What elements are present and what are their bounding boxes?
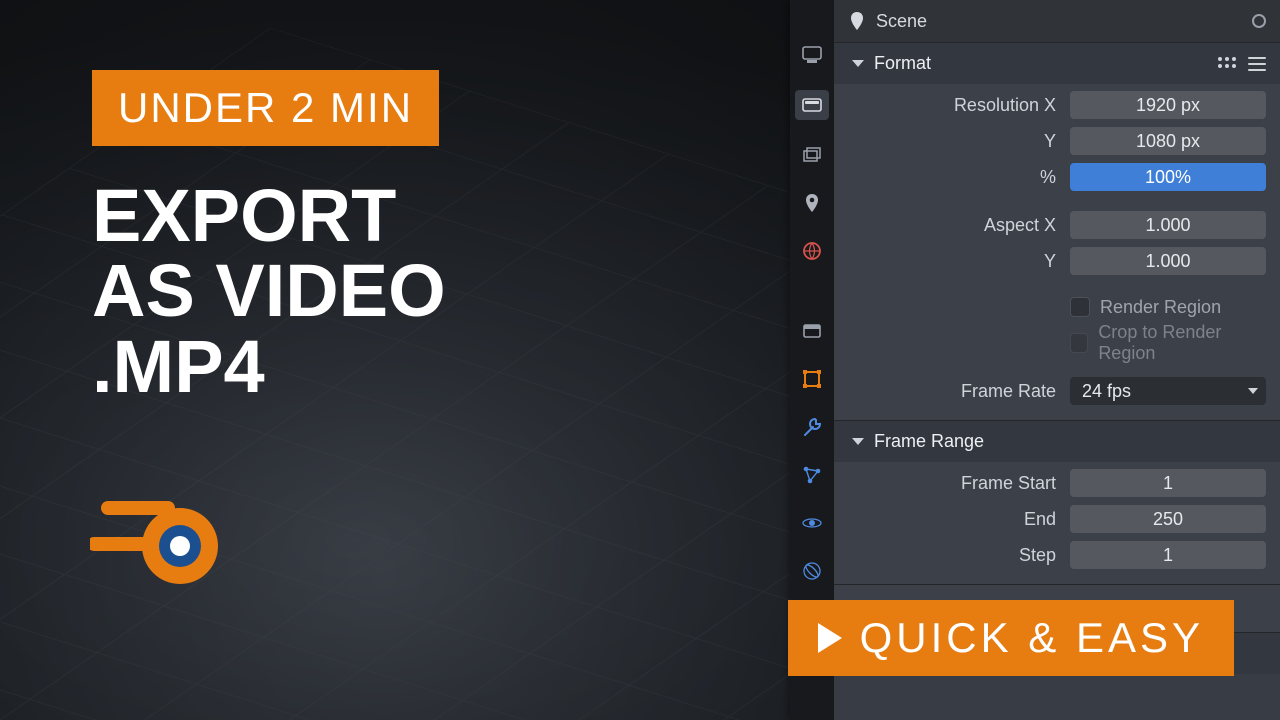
section-frame-range-header[interactable]: Frame Range — [834, 420, 1280, 462]
aspect-y-field[interactable]: 1.000 — [1070, 247, 1266, 275]
section-frame-range-body: Frame Start 1 End 250 Step 1 — [834, 462, 1280, 584]
crop-region-label: Crop to Render Region — [1098, 322, 1266, 364]
render-region-checkbox[interactable] — [1070, 297, 1090, 317]
modifier-tab-icon[interactable] — [799, 414, 825, 440]
resolution-y-label: Y — [848, 131, 1060, 152]
frame-end-label: End — [848, 509, 1060, 530]
section-format-header[interactable]: Format — [834, 42, 1280, 84]
panel-header: Scene — [834, 0, 1280, 42]
frame-start-field[interactable]: 1 — [1070, 469, 1266, 497]
badge-quick-easy: QUICK & EASY — [788, 600, 1234, 676]
resolution-pct-label: % — [848, 167, 1060, 188]
constraints-tab-icon[interactable] — [799, 558, 825, 584]
collection-tab-icon[interactable] — [799, 318, 825, 344]
particles-tab-icon[interactable] — [799, 462, 825, 488]
crop-region-checkbox[interactable] — [1070, 333, 1088, 353]
title-line-1: EXPORT — [92, 178, 446, 253]
section-frame-range-title: Frame Range — [874, 431, 984, 452]
resolution-x-label: Resolution X — [848, 95, 1060, 116]
frame-rate-select[interactable]: 24 fps — [1070, 377, 1266, 405]
presets-icon[interactable] — [1218, 57, 1238, 71]
frame-step-label: Step — [848, 545, 1060, 566]
badge-under-2-min: UNDER 2 MIN — [92, 70, 439, 146]
output-tab-icon[interactable] — [795, 90, 829, 120]
blender-logo-icon — [90, 482, 220, 586]
aspect-y-label: Y — [848, 251, 1060, 272]
scene-tab-icon[interactable] — [799, 190, 825, 216]
title-line-3: .MP4 — [92, 329, 446, 404]
panel-header-label: Scene — [876, 11, 927, 32]
aspect-x-field[interactable]: 1.000 — [1070, 211, 1266, 239]
chevron-down-icon — [852, 438, 864, 445]
resolution-x-field[interactable]: 1920 px — [1070, 91, 1266, 119]
section-format-body: Resolution X 1920 px Y 1080 px % 100% As… — [834, 84, 1280, 420]
section-format-title: Format — [874, 53, 931, 74]
play-icon — [818, 623, 842, 653]
resolution-pct-field[interactable]: 100% — [1070, 163, 1266, 191]
render-tab-icon[interactable] — [799, 42, 825, 68]
chevron-down-icon — [852, 60, 864, 67]
badge-quick-easy-label: QUICK & EASY — [860, 614, 1204, 662]
scene-droplet-icon — [848, 11, 866, 31]
frame-step-field[interactable]: 1 — [1070, 541, 1266, 569]
world-tab-icon[interactable] — [799, 238, 825, 264]
aspect-x-label: Aspect X — [848, 215, 1060, 236]
pin-icon[interactable] — [1252, 14, 1266, 28]
render-region-label: Render Region — [1100, 297, 1221, 318]
frame-end-field[interactable]: 250 — [1070, 505, 1266, 533]
thumbnail-title: EXPORT AS VIDEO .MP4 — [92, 178, 446, 404]
frame-rate-label: Frame Rate — [848, 381, 1060, 402]
options-icon[interactable] — [1248, 57, 1266, 71]
title-line-2: AS VIDEO — [92, 253, 446, 328]
physics-tab-icon[interactable] — [799, 510, 825, 536]
frame-start-label: Frame Start — [848, 473, 1060, 494]
resolution-y-field[interactable]: 1080 px — [1070, 127, 1266, 155]
object-tab-icon[interactable] — [799, 366, 825, 392]
view-layer-tab-icon[interactable] — [799, 142, 825, 168]
